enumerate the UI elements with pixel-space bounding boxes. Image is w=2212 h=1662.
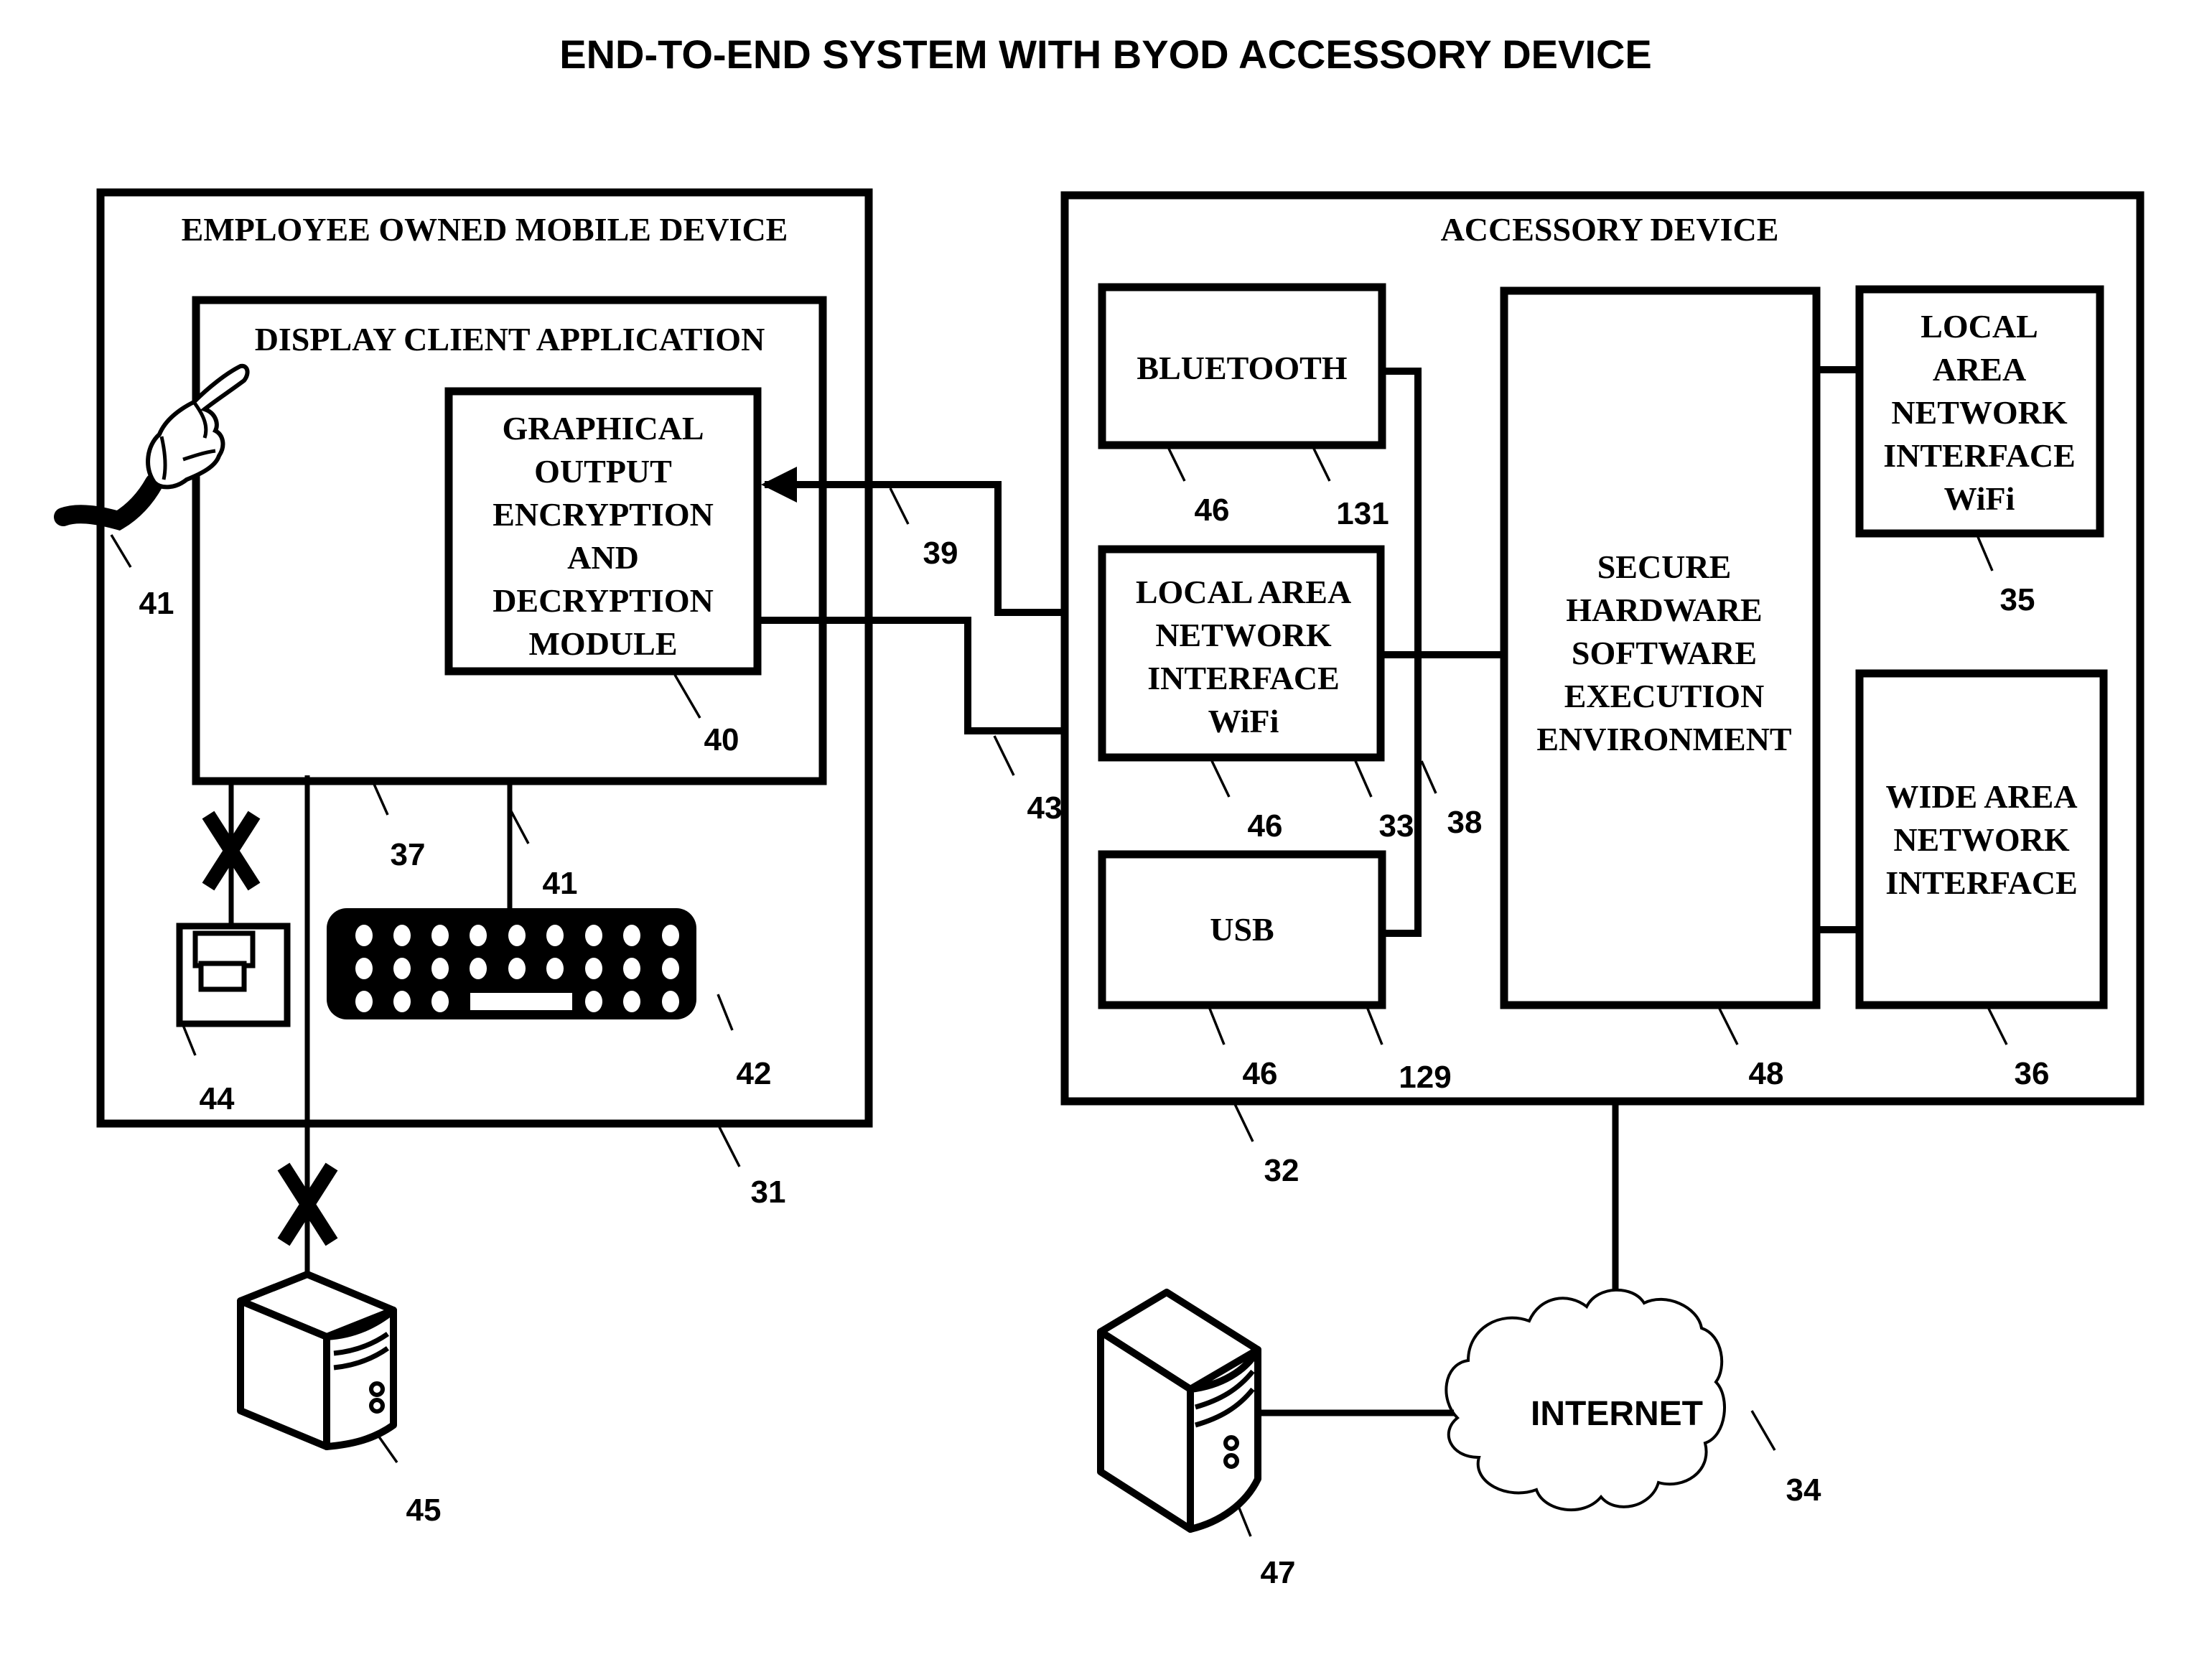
svg-text:GRAPHICAL: GRAPHICAL	[502, 410, 704, 447]
ref-131: 131	[1336, 496, 1389, 531]
ref-46-usb: 46	[1243, 1056, 1278, 1091]
svg-text:MODULE: MODULE	[529, 625, 678, 662]
leader-47	[1237, 1505, 1252, 1537]
keyboard-key	[355, 925, 373, 946]
diagram-canvas: END-TO-END SYSTEM WITH BYOD ACCESSORY DE…	[54, 32, 2145, 1590]
keyboard-key	[393, 925, 411, 946]
keyboard-key	[546, 925, 564, 946]
accessory-device-label: ACCESSORY DEVICE	[1441, 211, 1779, 248]
wan-label: WIDE AREA NETWORK INTERFACE	[1885, 778, 2078, 901]
keyboard-spacebar	[470, 993, 572, 1010]
ref-46-lan: 46	[1248, 808, 1283, 844]
keyboard-key	[508, 925, 526, 946]
svg-text:WiFi: WiFi	[1944, 480, 2015, 517]
server-tower-icon	[237, 1271, 397, 1450]
ref-47: 47	[1261, 1555, 1296, 1590]
diagram-title: END-TO-END SYSTEM WITH BYOD ACCESSORY DE…	[559, 32, 1652, 77]
ref-41-keyboard: 41	[543, 866, 578, 901]
keyboard-key	[623, 925, 640, 946]
server-tower-icon	[1097, 1289, 1261, 1533]
keyboard-key	[662, 925, 679, 946]
keyboard-key	[470, 925, 487, 946]
ref-45: 45	[406, 1493, 442, 1528]
leader-32	[1233, 1103, 1254, 1142]
bluetooth-label: BLUETOOTH	[1137, 350, 1347, 386]
keyboard-key	[662, 958, 679, 979]
keyboard-key	[431, 991, 449, 1012]
svg-text:SOFTWARE: SOFTWARE	[1572, 635, 1757, 671]
ref-37: 37	[391, 837, 426, 872]
leader-34	[1750, 1410, 1776, 1451]
ref-34: 34	[1786, 1472, 1821, 1508]
ref-46-bluetooth: 46	[1195, 492, 1230, 528]
mobile-device-label: EMPLOYEE OWNED MOBILE DEVICE	[182, 211, 788, 248]
ref-39: 39	[923, 536, 958, 571]
keyboard-key	[355, 991, 373, 1012]
svg-text:SECURE: SECURE	[1597, 548, 1732, 585]
ref-42: 42	[737, 1056, 772, 1091]
internet-label: INTERNET	[1531, 1395, 1703, 1433]
svg-text:NETWORK: NETWORK	[1891, 394, 2068, 431]
ref-43: 43	[1027, 790, 1063, 826]
ref-36: 36	[2015, 1056, 2050, 1091]
keyboard-key	[431, 925, 449, 946]
printer-icon	[176, 923, 291, 1027]
keyboard-key	[393, 991, 411, 1012]
svg-text:LOCAL: LOCAL	[1921, 308, 2038, 345]
svg-text:ENVIRONMENT: ENVIRONMENT	[1536, 721, 1791, 757]
ref-38: 38	[1447, 805, 1483, 840]
keyboard-key	[546, 958, 564, 979]
keyboard-key	[355, 958, 373, 979]
leader-31	[718, 1126, 741, 1167]
svg-text:EXECUTION: EXECUTION	[1564, 678, 1765, 714]
keyboard-key	[585, 991, 602, 1012]
usb-label: USB	[1210, 911, 1274, 948]
svg-text:LOCAL AREA: LOCAL AREA	[1136, 574, 1351, 610]
keyboard-key	[623, 958, 640, 979]
keyboard-key	[623, 991, 640, 1012]
ref-33: 33	[1379, 808, 1414, 844]
svg-text:NETWORK: NETWORK	[1155, 617, 1332, 653]
svg-text:AND: AND	[567, 539, 639, 576]
keyboard-key	[393, 958, 411, 979]
keyboard-key	[470, 958, 487, 979]
svg-text:HARDWARE: HARDWARE	[1566, 592, 1762, 628]
keyboard-key	[431, 958, 449, 979]
svg-text:WIDE AREA: WIDE AREA	[1885, 778, 2077, 815]
svg-text:OUTPUT: OUTPUT	[534, 453, 672, 490]
svg-text:ENCRYPTION: ENCRYPTION	[493, 496, 714, 533]
ref-31: 31	[751, 1175, 786, 1210]
ref-41-hand: 41	[139, 586, 174, 621]
svg-text:INTERFACE: INTERFACE	[1885, 864, 2078, 901]
leader-45	[377, 1434, 398, 1464]
keyboard-key	[662, 991, 679, 1012]
ref-44: 44	[200, 1081, 235, 1116]
keyboard-key	[508, 958, 526, 979]
keyboard-key	[585, 925, 602, 946]
ref-129: 129	[1399, 1060, 1451, 1095]
ref-32: 32	[1264, 1153, 1299, 1188]
display-client-label: DISPLAY CLIENT APPLICATION	[255, 321, 765, 358]
ref-35: 35	[2000, 582, 2035, 617]
svg-text:DECRYPTION: DECRYPTION	[493, 582, 714, 619]
ref-40: 40	[704, 722, 739, 757]
svg-text:NETWORK: NETWORK	[1893, 821, 2070, 858]
leader-43	[993, 735, 1015, 776]
svg-text:INTERFACE: INTERFACE	[1883, 437, 2076, 474]
keyboard-icon	[327, 908, 696, 1019]
svg-text:AREA: AREA	[1933, 351, 2026, 388]
ref-48: 48	[1749, 1056, 1784, 1091]
svg-text:INTERFACE: INTERFACE	[1147, 660, 1340, 696]
keyboard-key	[585, 958, 602, 979]
svg-text:WiFi: WiFi	[1208, 703, 1279, 739]
leader-39	[889, 487, 910, 525]
